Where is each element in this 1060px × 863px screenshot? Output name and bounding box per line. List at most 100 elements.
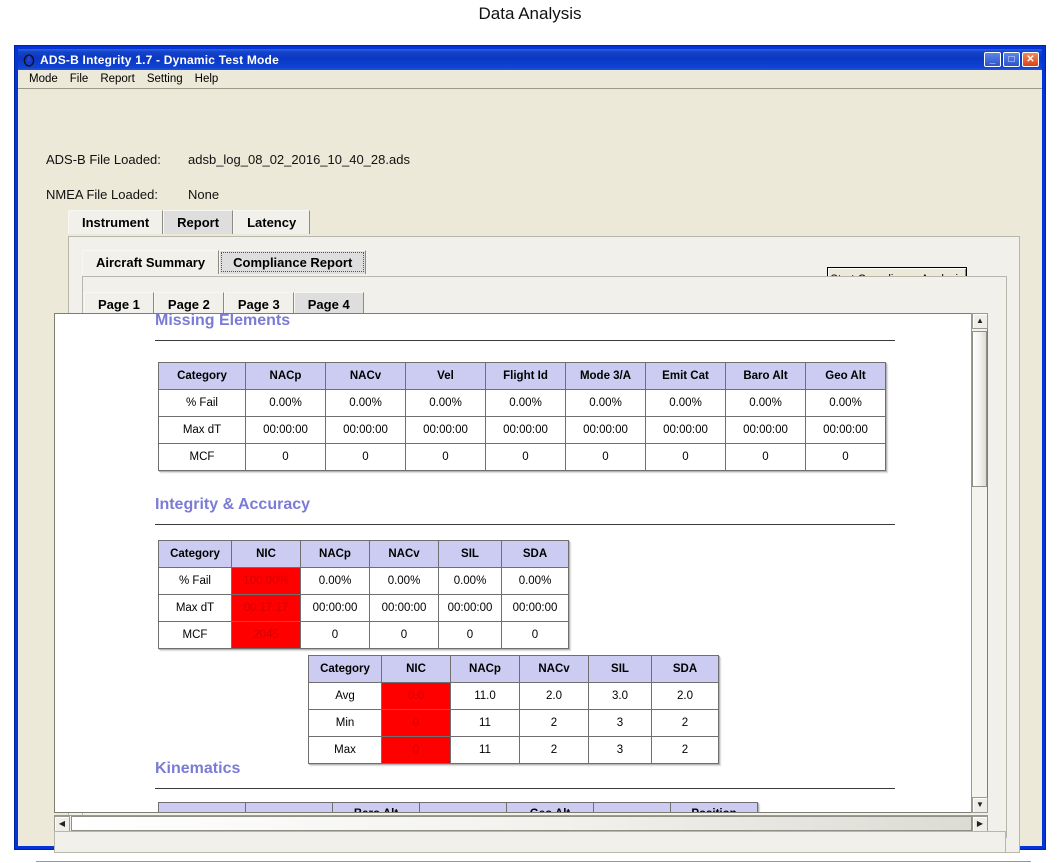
scroll-left-arrow-icon[interactable]: ◀ <box>54 816 70 832</box>
column-header: Velocity <box>593 802 671 812</box>
column-header: Baro AltDelta <box>332 802 420 812</box>
report-vertical-scrollbar[interactable]: ▲ ▼ <box>971 313 988 813</box>
data-cell: 2 <box>651 736 719 764</box>
data-cell: 2045 <box>231 621 301 649</box>
data-cell: 2.0 <box>519 682 589 710</box>
menu-item-report[interactable]: Report <box>94 72 141 86</box>
minimize-button[interactable]: _ <box>984 52 1001 67</box>
data-cell: 0 <box>405 443 486 471</box>
column-header: Vel <box>405 362 486 390</box>
column-header: Geo Alt <box>419 802 507 812</box>
scroll-right-arrow-icon[interactable]: ▶ <box>972 816 988 832</box>
column-header <box>158 802 246 812</box>
column-header: SDA <box>501 540 569 568</box>
column-header: Category <box>308 655 382 683</box>
menu-item-help[interactable]: Help <box>189 72 225 86</box>
section-rule-integrity-accuracy <box>155 524 895 525</box>
data-cell: 0 <box>645 443 726 471</box>
data-cell: 2 <box>519 709 589 737</box>
column-header: Mode 3/A <box>565 362 646 390</box>
column-header: Geo Alt <box>805 362 886 390</box>
data-cell: 00:00:00 <box>501 594 569 622</box>
data-cell: 0 <box>300 621 370 649</box>
report-horizontal-scrollbar[interactable]: ◀ ▶ <box>54 815 988 832</box>
data-cell: 00:00:00 <box>565 416 646 444</box>
tab-aircraft-summary[interactable]: Aircraft Summary <box>82 250 220 274</box>
maximize-button[interactable]: □ <box>1003 52 1020 67</box>
row-label-cell: Max dT <box>158 416 246 444</box>
data-cell: 0 <box>805 443 886 471</box>
tab-compliance-report[interactable]: Compliance Report <box>219 250 367 274</box>
missing-elements-table: Category NACp NACv Vel Flight Id Mode 3/A Emit… <box>158 362 886 471</box>
data-cell: 0 <box>369 621 439 649</box>
data-cell: 00:00:00 <box>369 594 439 622</box>
report-canvas: Missing Elements Category NACp NACv Vel Flig… <box>55 314 975 812</box>
data-cell: 0.0 <box>381 682 451 710</box>
page-title: Data Analysis <box>478 4 582 23</box>
row-label-cell: Max <box>308 736 382 764</box>
window-title: ADS-B Integrity 1.7 - Dynamic Test Mode <box>40 52 279 67</box>
table-header-row: Category NACp NACv Vel Flight Id Mode 3/A Emit… <box>158 362 886 390</box>
data-cell: 0 <box>725 443 806 471</box>
window-inner: ADS-B Integrity 1.7 - Dynamic Test Mode … <box>18 49 1042 862</box>
data-cell: 3 <box>588 736 652 764</box>
tab-latency[interactable]: Latency <box>233 210 311 234</box>
data-cell: 00:00:00 <box>485 416 566 444</box>
table-row: Avg 0.0 11.0 2.0 3.0 2.0 <box>308 682 719 710</box>
section-title-missing-elements: Missing Elements <box>155 313 291 329</box>
table-row: Min 0 11 2 3 2 <box>308 709 719 737</box>
section-title-kinematics: Kinematics <box>155 760 241 777</box>
scroll-up-arrow-icon[interactable]: ▲ <box>972 313 988 329</box>
data-cell: 00:00:00 <box>245 416 326 444</box>
data-cell: 0.00% <box>245 389 326 417</box>
menu-item-setting[interactable]: Setting <box>141 72 189 86</box>
data-cell: 0 <box>381 736 451 764</box>
data-cell: 100.00% <box>231 567 301 595</box>
data-cell: 2.0 <box>651 682 719 710</box>
column-header: PositionDelta <box>670 802 758 812</box>
section-rule-missing-elements <box>155 340 895 341</box>
horizontal-scroll-thumb[interactable] <box>71 816 972 831</box>
column-header: NACv <box>519 655 589 683</box>
data-cell: 0.00% <box>645 389 726 417</box>
data-cell: 11 <box>450 709 520 737</box>
integrity-accuracy-stats-table: Category NIC NACp NACv SIL SDA Avg 0.0 11.0 2.0 3.… <box>308 655 719 764</box>
column-header: SIL <box>438 540 502 568</box>
nmea-file-label: NMEA File Loaded: <box>46 187 159 202</box>
adsb-file-value: adsb_log_08_02_2016_10_40_28.ads <box>188 152 410 167</box>
data-cell: 0.00% <box>438 567 502 595</box>
data-cell: 11.0 <box>450 682 520 710</box>
column-header: NIC <box>231 540 301 568</box>
table-row: MCF 0 0 0 0 0 0 0 0 <box>158 443 886 471</box>
column-header: Category <box>158 540 232 568</box>
table-row: Max dT 00:00:00 00:00:00 00:00:00 00:00:00 00… <box>158 416 886 444</box>
column-header: SIL <box>588 655 652 683</box>
data-cell: 0.00% <box>485 389 566 417</box>
title-bar[interactable]: ADS-B Integrity 1.7 - Dynamic Test Mode … <box>18 49 1042 70</box>
tab-report[interactable]: Report <box>163 210 234 234</box>
data-cell: 0 <box>245 443 326 471</box>
app-logo-icon <box>21 52 36 67</box>
data-cell: 0.00% <box>501 567 569 595</box>
table-row: MCF 2045 0 0 0 0 <box>158 621 569 649</box>
tab-instrument[interactable]: Instrument <box>68 210 164 234</box>
data-cell: 0 <box>501 621 569 649</box>
column-header: NACp <box>300 540 370 568</box>
section-title-integrity-accuracy: Integrity & Accuracy <box>155 496 311 513</box>
column-header: Category <box>158 362 246 390</box>
vertical-scroll-thumb[interactable] <box>972 331 987 487</box>
report-subtab-strip: Aircraft Summary Compliance Report <box>82 250 367 274</box>
scroll-down-arrow-icon[interactable]: ▼ <box>972 797 988 813</box>
data-cell: 0.00% <box>565 389 646 417</box>
data-cell: 0 <box>325 443 406 471</box>
menu-item-file[interactable]: File <box>64 72 95 86</box>
table-header-row: Baro AltBaro AltDeltaGeo AltGeo AltDelta… <box>158 802 758 812</box>
kinematics-table: Baro AltBaro AltDeltaGeo AltGeo AltDelta… <box>158 802 758 812</box>
data-cell: 00:00:00 <box>325 416 406 444</box>
table-header-row: Category NIC NACp NACv SIL SDA <box>158 540 569 568</box>
menu-item-mode[interactable]: Mode <box>23 72 64 86</box>
column-header: SDA <box>651 655 719 683</box>
close-button[interactable]: ✕ <box>1022 52 1039 67</box>
close-icon: ✕ <box>1026 53 1035 65</box>
report-panel-footer <box>54 831 1006 853</box>
